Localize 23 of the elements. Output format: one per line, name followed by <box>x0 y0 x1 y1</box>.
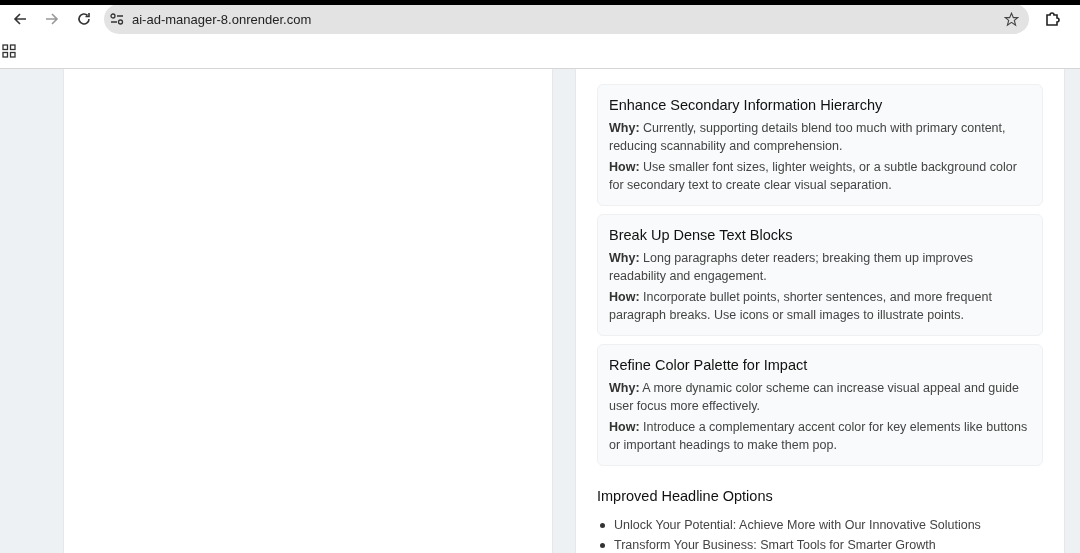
bullet-icon <box>600 522 605 528</box>
why-text: Why: Long paragraphs deter readers; breaking them up improves readability and engagement. <box>609 250 975 285</box>
address-bar[interactable]: ai-ad-manager-8.onrender.com <box>104 5 1029 34</box>
how-text: How: Use smaller font sizes, lighter weights, or a subtle background color for secondary text to create clear visual separation. <box>609 159 1018 194</box>
bullet-icon <box>600 542 605 548</box>
headline-option: Unlock Your Potential: Achieve More with Our Innovative Solutions <box>614 518 981 532</box>
headline-option: Transform Your Business: Smart Tools for Smarter Growth <box>614 538 936 552</box>
puzzle-piece-icon <box>1045 11 1061 27</box>
how-text: How: Incorporate bullet points, shorter sentences, and more frequent paragraph breaks. Use icons or small images to illustrate points. <box>609 289 993 324</box>
fix-title: Break Up Dense Text Blocks <box>609 227 794 243</box>
fix-title: Refine Color Palette for Impact <box>609 357 809 373</box>
reload-icon <box>77 12 91 26</box>
fix-title: Enhance Secondary Information Hierarchy <box>609 97 884 113</box>
site-settings-icon[interactable] <box>110 13 124 25</box>
forward-arrow-icon <box>45 12 59 26</box>
section-heading: Improved Headline Options <box>597 488 774 504</box>
url-text: ai-ad-manager-8.onrender.com <box>132 11 313 27</box>
how-text: How: Introduce a complementary accent color for key elements like buttons or important headings to make them pop. <box>609 419 1029 454</box>
why-text: Why: A more dynamic color scheme can increase visual appeal and guide user focus more effectively. <box>609 380 1020 415</box>
apps-icon[interactable] <box>2 43 16 58</box>
why-text: Why: Currently, supporting details blend too much with primary content, reducing scannability and comprehension. <box>609 120 1007 155</box>
back-arrow-icon <box>13 12 27 26</box>
star-icon[interactable] <box>1004 11 1019 27</box>
